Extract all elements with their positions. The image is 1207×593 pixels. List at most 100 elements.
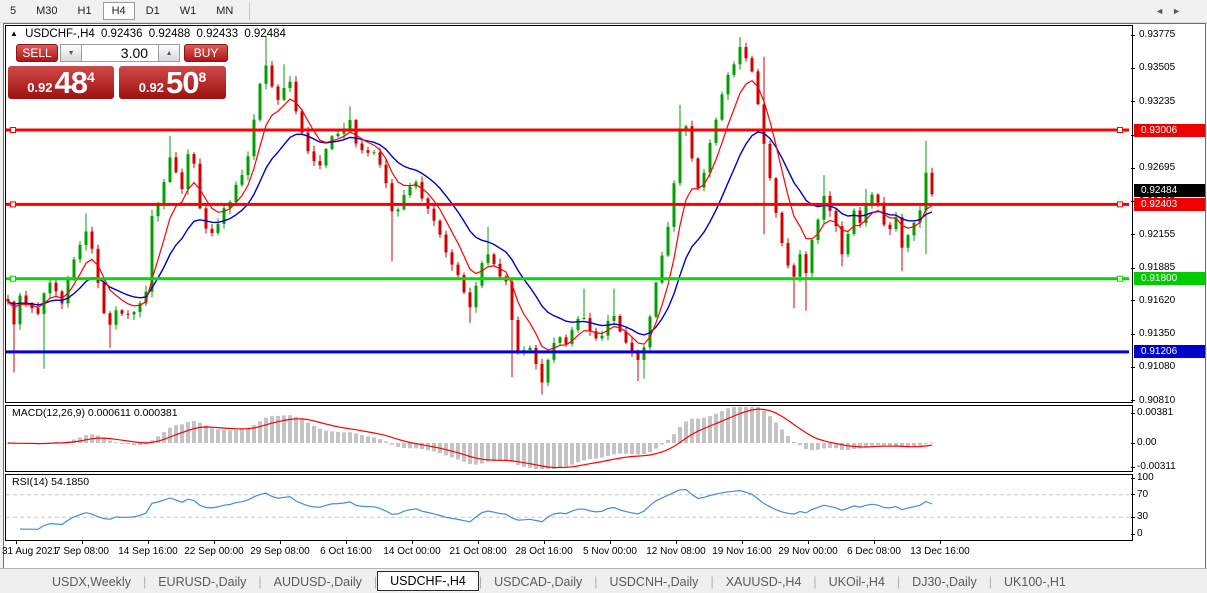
buy-button[interactable]: BUY [184,44,228,62]
price-badge-091206: 0.91206 [1134,345,1205,358]
timeframe-button-mn[interactable]: MN [207,2,242,20]
price-axis-label: 0.93775 [1139,29,1175,40]
sell-price-box[interactable]: 0.92 48 4 [8,66,114,99]
chart-tab-xauusd-h4[interactable]: XAUUSD-,H4 [714,573,814,591]
rsi-label: RSI(14) 54.1850 [12,476,89,488]
price-badge-092484: 0.92484 [1134,184,1205,197]
buy-price-pip: 8 [199,69,207,85]
price-axis-label: 0.90810 [1139,395,1175,406]
rsi-line [20,490,932,530]
price-axis-tick [1131,300,1135,301]
date-axis-tick [676,540,677,544]
timeframe-button-h4[interactable]: H4 [103,2,135,20]
tab-scroll-right-icon[interactable]: ► [1172,6,1189,16]
date-axis-label: 7 Sep 08:00 [55,546,109,557]
price-axis-tick [1131,334,1135,335]
timeframe-button-w1[interactable]: W1 [171,2,206,20]
date-axis-label: 19 Nov 16:00 [712,546,772,557]
rsi-scale-tick [1131,478,1135,479]
date-axis-label: 28 Oct 16:00 [515,546,572,557]
ohlc-high: 0.92488 [149,28,191,40]
timeframe-button-d1[interactable]: D1 [137,2,169,20]
date-axis-tick [544,540,545,544]
buy-price-main: 50 [166,65,198,101]
macd-scale-label: 0.00381 [1137,407,1173,418]
rsi-scale-label: 30 [1137,511,1148,522]
sell-button[interactable]: SELL [16,44,58,62]
price-axis-tick [1131,268,1135,269]
chart-tab-usdcnh-daily[interactable]: USDCNH-,Daily [598,573,711,591]
date-axis-label: 31 Aug 2021 [2,546,58,557]
rsi-scale-tick [1131,494,1135,495]
tab-scroll-left-icon[interactable]: ◄ [1155,6,1172,16]
timeframe-button-h1[interactable]: H1 [69,2,101,20]
date-axis-label: 29 Sep 08:00 [250,546,310,557]
sell-price-main: 48 [55,65,87,101]
chevron-down-icon: ▼ [68,50,75,57]
chart-tab-uk100-h1[interactable]: UK100-,H1 [992,573,1078,591]
date-axis-tick [610,540,611,544]
volume-decrease-button[interactable]: ▼ [60,44,82,62]
date-axis-label: 21 Oct 08:00 [449,546,506,557]
date-axis-label: 14 Oct 00:00 [383,546,440,557]
date-axis-tick [82,540,83,544]
volume-input[interactable] [82,44,158,62]
price-axis-label: 0.92155 [1139,229,1175,240]
date-axis-tick [280,540,281,544]
price-badge-093006: 0.93006 [1134,124,1205,137]
trading-platform-window: 5M30H1H4D1W1MN 0.937750.935050.932350.92… [0,0,1207,593]
timeframe-button-m30[interactable]: M30 [27,2,66,20]
date-axis-label: 13 Dec 16:00 [910,546,970,557]
date-axis-label: 22 Sep 00:00 [184,546,244,557]
chart-tab-dj30-daily[interactable]: DJ30-,Daily [900,573,989,591]
macd-scale-tick [1131,443,1135,444]
chart-title: ▲ USDCHF-,H4 0.92436 0.92488 0.92433 0.9… [10,28,289,40]
date-axis-label: 6 Dec 08:00 [847,546,901,557]
date-axis-label: 5 Nov 00:00 [583,546,637,557]
chart-tab-ukoil-h4[interactable]: UKOil-,H4 [817,573,897,591]
symbol-period-label: USDCHF-,H4 [25,28,95,40]
price-axis-tick [1131,234,1135,235]
ohlc-close: 0.92484 [244,28,286,40]
horizontal-lines-layer [6,128,1129,354]
price-axis-label: 0.91080 [1139,361,1175,372]
price-axis-label: 0.91350 [1139,328,1175,339]
rsi-indicator-canvas[interactable] [6,475,1130,538]
price-axis-label: 0.93505 [1139,62,1175,73]
date-axis-label: 14 Sep 16:00 [118,546,178,557]
chart-tab-usdx-weekly[interactable]: USDX,Weekly [40,573,143,591]
chevron-up-icon: ▲ [166,50,173,57]
buy-price-prefix: 0.92 [139,80,164,95]
timeframe-button-5[interactable]: 5 [1,2,25,20]
price-axis-tick [1131,400,1135,401]
chart-tab-audusd-daily[interactable]: AUDUSD-,Daily [262,573,374,591]
rsi-scale-label: 70 [1137,489,1148,500]
date-axis-label: 29 Nov 00:00 [778,546,838,557]
timeframe-toolbar: 5M30H1H4D1W1MN [0,0,1207,23]
sell-price-pip: 4 [87,69,95,85]
chart-tab-eurusd-daily[interactable]: EURUSD-,Daily [146,573,258,591]
chart-tab-usdchf-h4[interactable]: USDCHF-,H4 [377,571,479,591]
date-axis-label: 12 Nov 08:00 [646,546,706,557]
price-axis-tick [1131,68,1135,69]
rsi-scale-label: 100 [1137,472,1154,483]
date-axis-label: 6 Oct 16:00 [320,546,372,557]
macd-scale-label: -0.00311 [1137,461,1176,472]
buy-price-box[interactable]: 0.92 50 8 [119,66,226,99]
collapse-triangle-icon[interactable]: ▲ [10,29,18,38]
macd-scale-label: 0.00 [1137,437,1156,448]
macd-label: MACD(12,26,9) 0.000611 0.000381 [12,407,178,419]
rsi-scale-label: 0 [1137,528,1143,539]
one-click-trading-panel: SELL ▼ ▲ BUY 0.92 48 4 0.92 50 8 [8,44,228,99]
price-axis-label: 0.92695 [1139,162,1175,173]
chart-tab-usdcad-daily[interactable]: USDCAD-,Daily [482,573,594,591]
volume-increase-button[interactable]: ▲ [158,44,180,62]
price-axis-label: 0.91620 [1139,295,1175,306]
chart-tab-bar: USDX,Weekly|EURUSD-,Daily|AUDUSD-,Daily|… [0,568,1207,593]
date-axis-tick [214,540,215,544]
rsi-scale-tick [1131,517,1135,518]
ohlc-low: 0.92433 [197,28,239,40]
date-axis-tick [940,540,941,544]
tab-scroll-arrows: ◄► [1155,6,1189,16]
date-axis-tick [346,540,347,544]
